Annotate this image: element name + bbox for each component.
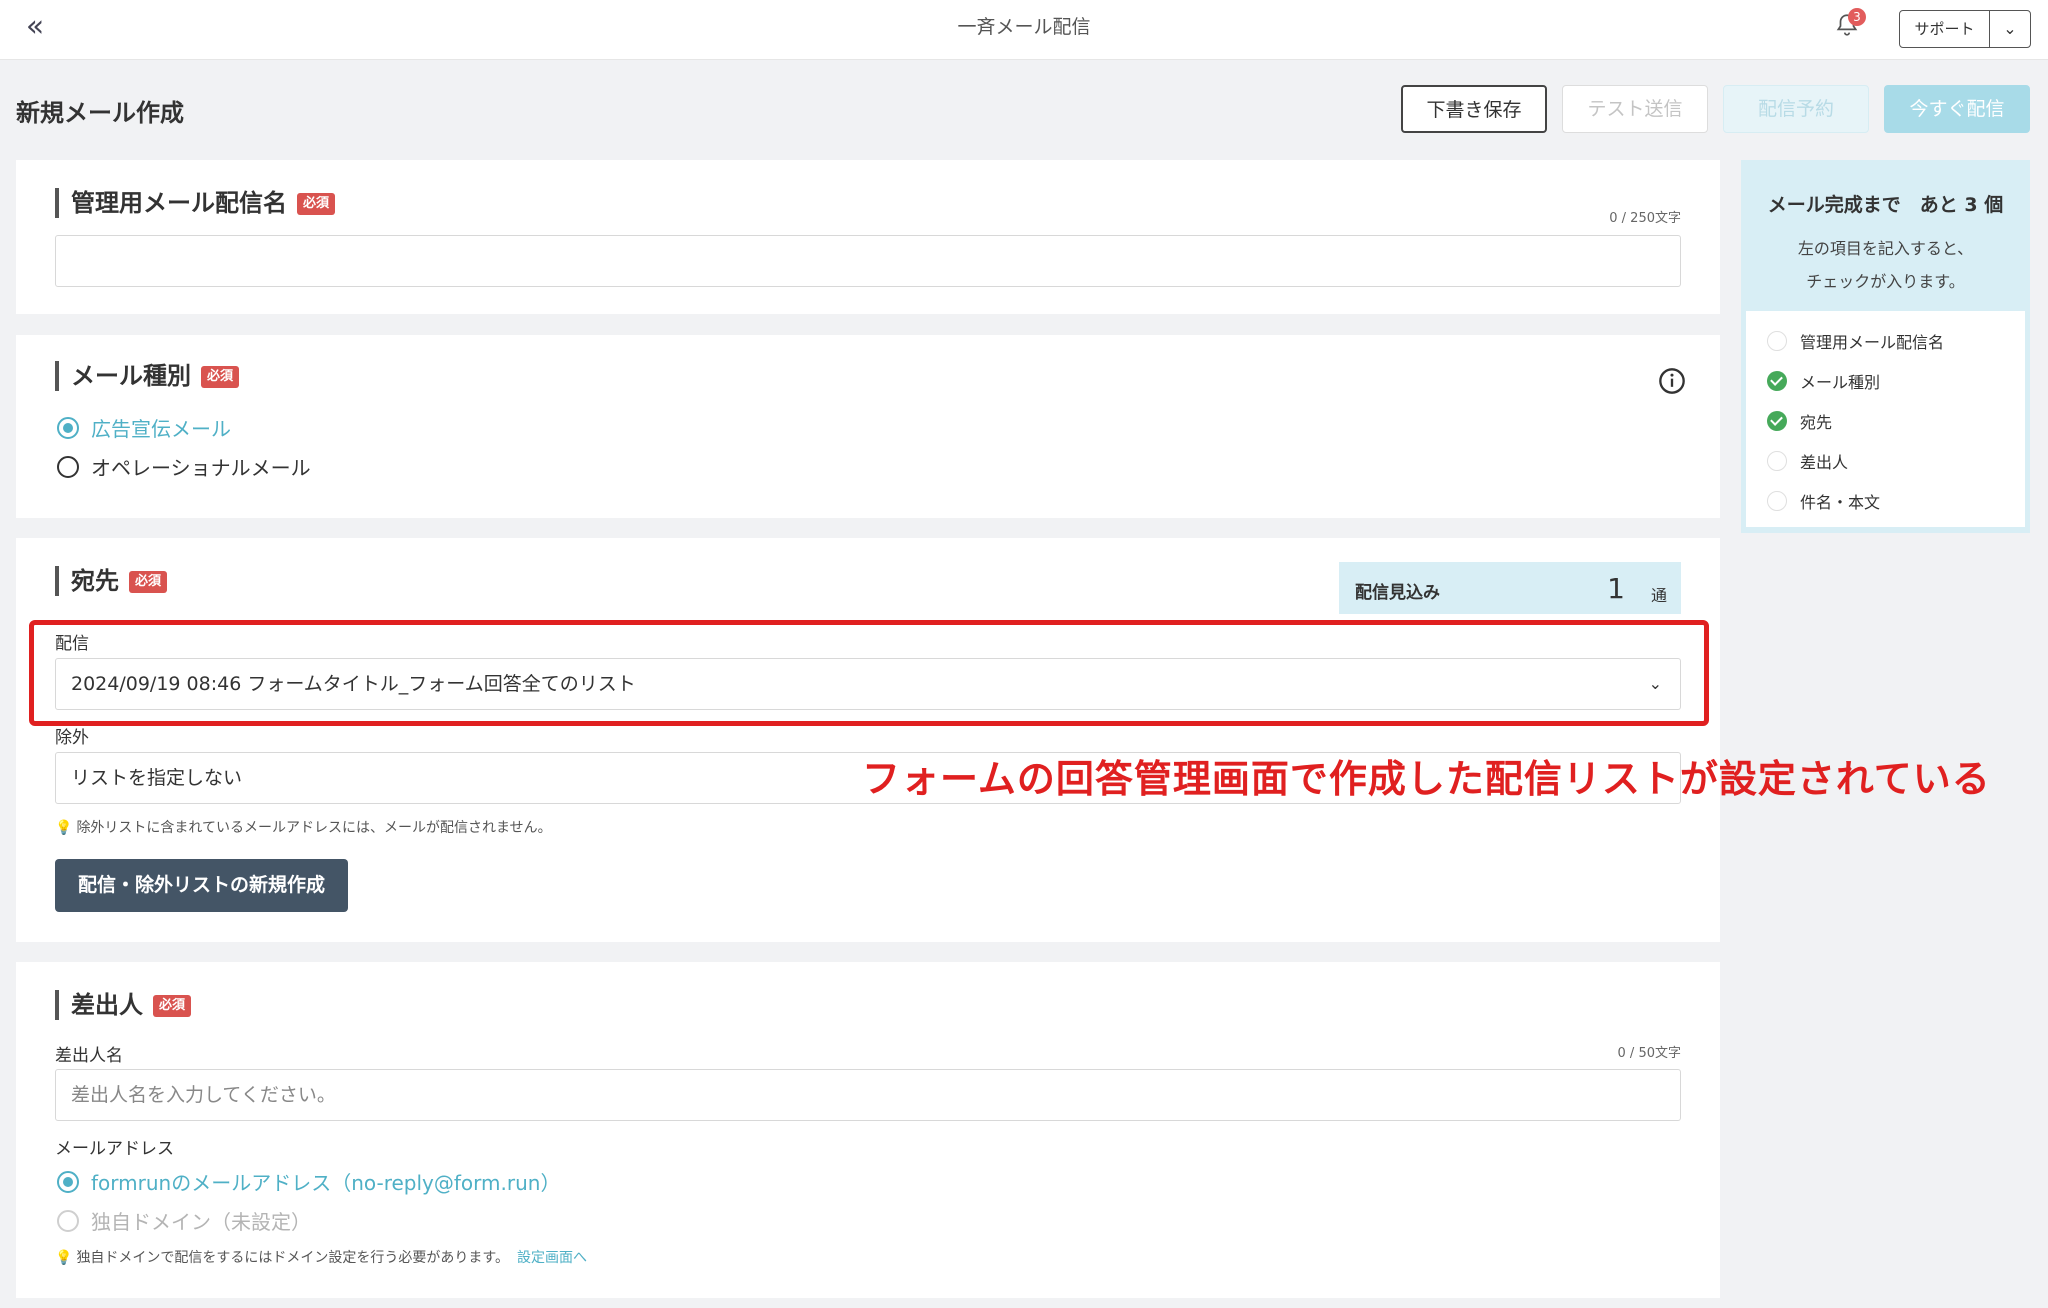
section-title: 宛先 <box>71 567 119 595</box>
section-title: 管理用メール配信名 <box>71 189 287 217</box>
required-badge: 必須 <box>201 366 240 388</box>
radio-label: formrunのメールアドレス（no-reply@form.run） <box>91 1171 561 1195</box>
checklist-label: 管理用メール配信名 <box>1800 333 1945 352</box>
app-title: 一斉メール配信 <box>957 16 1091 38</box>
section-heading: メール種別 必須 <box>55 361 240 391</box>
domain-hint: 💡 独自ドメインで配信をするにはドメイン設定を行う必要があります。 設定画面へ <box>55 1247 587 1267</box>
completion-title: メール完成まで あと 3 個 <box>1767 194 2004 216</box>
highlight-box <box>29 620 1709 726</box>
section-heading: 差出人 必須 <box>55 990 192 1020</box>
required-badge: 必須 <box>297 193 336 215</box>
sender-section: 差出人必須 差出人名 0 / 50文字 メールアドレス formrunのメールア… <box>16 962 1720 1298</box>
checklist-label: 宛先 <box>1800 413 1833 432</box>
management-name-section: 管理用メール配信名 必須 0 / 250文字 <box>16 160 1720 314</box>
settings-link[interactable]: 設定画面へ <box>517 1250 587 1266</box>
radio-button[interactable] <box>57 416 79 439</box>
notification-badge: 3 <box>1848 8 1866 26</box>
radio-label: 広告宣伝メール <box>91 417 231 441</box>
save-draft-button[interactable]: 下書き保存 <box>1401 85 1547 133</box>
recipient-section: 宛先 必須 配信見込み 1 通 配信 2024/09/19 08:46 フォームタ… <box>16 538 1720 942</box>
section-heading: 宛先 必須 <box>55 566 168 596</box>
radio-formrun-email[interactable]: formrunのメールアドレス（no-reply@form.run） <box>57 1167 560 1196</box>
radio-label: オペレーショナルメール <box>91 456 311 480</box>
test-send-button[interactable]: テスト送信 <box>1562 85 1708 133</box>
support-button[interactable]: サポート <box>1900 11 1990 47</box>
checklist-item: 管理用メール配信名 <box>1746 321 2025 361</box>
checklist-label: メール種別 <box>1800 373 1881 392</box>
management-name-input[interactable] <box>55 235 1681 287</box>
check-circle-icon <box>1767 331 1787 351</box>
check-circle-icon <box>1767 371 1787 391</box>
char-count: 0 / 250文字 <box>1609 211 1681 226</box>
exclude-label: 除外 <box>55 728 89 748</box>
section-title: 差出人 <box>71 991 143 1019</box>
email-label: メールアドレス <box>55 1139 174 1159</box>
checklist-label: 差出人 <box>1800 453 1849 472</box>
checklist-item: 件名・本文 <box>1746 481 2025 521</box>
completion-subtitle-line: チェックが入ります。 <box>1806 272 1965 291</box>
exclude-hint: 💡 除外リストに含まれているメールアドレスには、メールが配信されません。 <box>55 817 552 837</box>
section-heading: 管理用メール配信名 必須 <box>55 188 336 218</box>
info-icon[interactable] <box>1658 367 1686 395</box>
radio-button[interactable] <box>57 455 79 478</box>
radio-advertising[interactable]: 広告宣伝メール <box>57 413 231 442</box>
annotation-text: フォームの回答管理画面で作成した配信リストが設定されている <box>862 757 1991 801</box>
checklist-item: メール種別 <box>1746 361 2025 401</box>
radio-custom-domain: 独自ドメイン（未設定） <box>57 1206 311 1235</box>
support-dropdown[interactable]: サポート ⌄ <box>1899 10 2031 48</box>
page-title: 新規メール作成 <box>16 99 184 127</box>
checklist-label: 件名・本文 <box>1800 493 1881 512</box>
completion-checklist: 管理用メール配信名 メール種別 宛先 差出人 件名・本文 <box>1746 311 2025 527</box>
estimate-label: 配信見込み <box>1355 583 1440 603</box>
sender-name-label: 差出人名 <box>55 1046 123 1066</box>
chevron-down-icon[interactable]: ⌄ <box>1990 11 2030 47</box>
domain-hint-text: 独自ドメインで配信をするにはドメイン設定を行う必要があります。 <box>76 1250 510 1266</box>
mail-type-section: メール種別 必須 広告宣伝メール オペレーショナルメール <box>16 335 1720 518</box>
section-title: メール種別 <box>71 362 191 390</box>
required-badge: 必須 <box>153 995 192 1017</box>
checklist-item: 差出人 <box>1746 441 2025 481</box>
check-circle-icon <box>1767 411 1787 431</box>
radio-label: 独自ドメイン（未設定） <box>91 1210 311 1234</box>
radio-operational[interactable]: オペレーショナルメール <box>57 452 311 481</box>
sender-name-input[interactable] <box>55 1069 1681 1121</box>
lightbulb-icon: 💡 <box>55 1250 73 1266</box>
delivery-estimate: 配信見込み 1 通 <box>1339 562 1681 614</box>
exclude-hint-text: 除外リストに含まれているメールアドレスには、メールが配信されません。 <box>76 820 552 836</box>
send-now-button[interactable]: 今すぐ配信 <box>1884 85 2030 133</box>
completion-subtitle: 左の項目を記入すると、 チェックが入ります。 <box>1741 232 2030 298</box>
estimate-count: 1 <box>1607 572 1625 605</box>
lightbulb-icon: 💡 <box>55 820 73 836</box>
radio-button <box>57 1209 79 1232</box>
checklist-item: 宛先 <box>1746 401 2025 441</box>
completion-subtitle-line: 左の項目を記入すると、 <box>1797 239 1974 258</box>
exclude-list-value: リストを指定しない <box>71 767 243 789</box>
required-badge: 必須 <box>129 571 168 593</box>
create-list-button[interactable]: 配信・除外リストの新規作成 <box>55 859 348 912</box>
top-bar: « 一斉メール配信 3 サポート ⌄ <box>0 0 2048 60</box>
check-circle-icon <box>1767 491 1787 511</box>
schedule-button[interactable]: 配信予約 <box>1723 85 1869 133</box>
estimate-unit: 通 <box>1650 586 1667 605</box>
check-circle-icon <box>1767 451 1787 471</box>
completion-panel: メール完成まで あと 3 個 左の項目を記入すると、 チェックが入ります。 管理… <box>1741 160 2030 533</box>
radio-button[interactable] <box>57 1170 79 1193</box>
char-count: 0 / 50文字 <box>1617 1046 1681 1061</box>
